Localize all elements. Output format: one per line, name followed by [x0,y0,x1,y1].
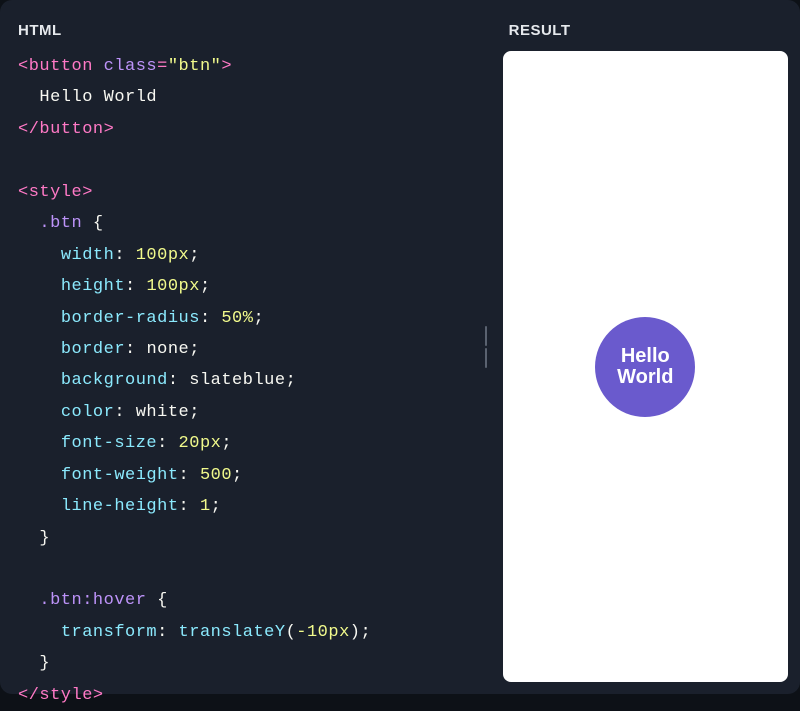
code-token: 20px [179,434,222,453]
code-token: { [93,214,104,233]
code-token: { [157,591,168,610]
editor-app: HTML <button class="btn"> Hello World </… [0,0,800,694]
result-panel-title: RESULT [503,12,788,51]
code-token: line-height [61,497,179,516]
code-token: 100px [146,277,200,296]
code-token: </style> [18,686,104,705]
html-panel: HTML <button class="btn"> Hello World </… [12,12,477,682]
code-token: .btn [39,214,82,233]
code-editor[interactable]: <button class="btn"> Hello World </butto… [12,51,469,711]
code-token: slateblue [189,371,285,390]
code-token: height [61,277,125,296]
code-token: <button [18,57,93,76]
code-token: width [61,246,115,265]
code-token: color [61,403,115,422]
code-token: border-radius [61,309,200,328]
code-token: none [146,340,189,359]
result-preview: Hello World [503,51,788,682]
result-panel: RESULT Hello World [495,12,788,682]
code-token: transform [61,623,157,642]
code-token: translateY [179,623,286,642]
code-token: Hello World [39,88,157,107]
code-token: font-weight [61,466,179,485]
code-token: 500 [200,466,232,485]
grip-line-icon [485,326,487,346]
code-token: font-size [61,434,157,453]
code-token: </button> [18,120,114,139]
html-panel-title: HTML [12,12,469,51]
code-token: 50% [221,309,253,328]
code-token: "btn" [168,57,222,76]
code-token: .btn:hover [39,591,146,610]
code-token: <style> [18,183,93,202]
code-token: 100px [136,246,190,265]
code-token: background [61,371,168,390]
code-token: white [136,403,190,422]
code-token: = [157,57,168,76]
code-token: border [61,340,125,359]
preview-button[interactable]: Hello World [595,317,695,417]
panel-resize-handle[interactable] [477,12,495,682]
grip-line-icon [485,348,487,368]
code-token: class [104,57,158,76]
code-token: -10px [296,623,350,642]
code-token: } [39,654,50,673]
code-token: 1 [200,497,211,516]
code-token: > [221,57,232,76]
code-token: } [39,529,50,548]
